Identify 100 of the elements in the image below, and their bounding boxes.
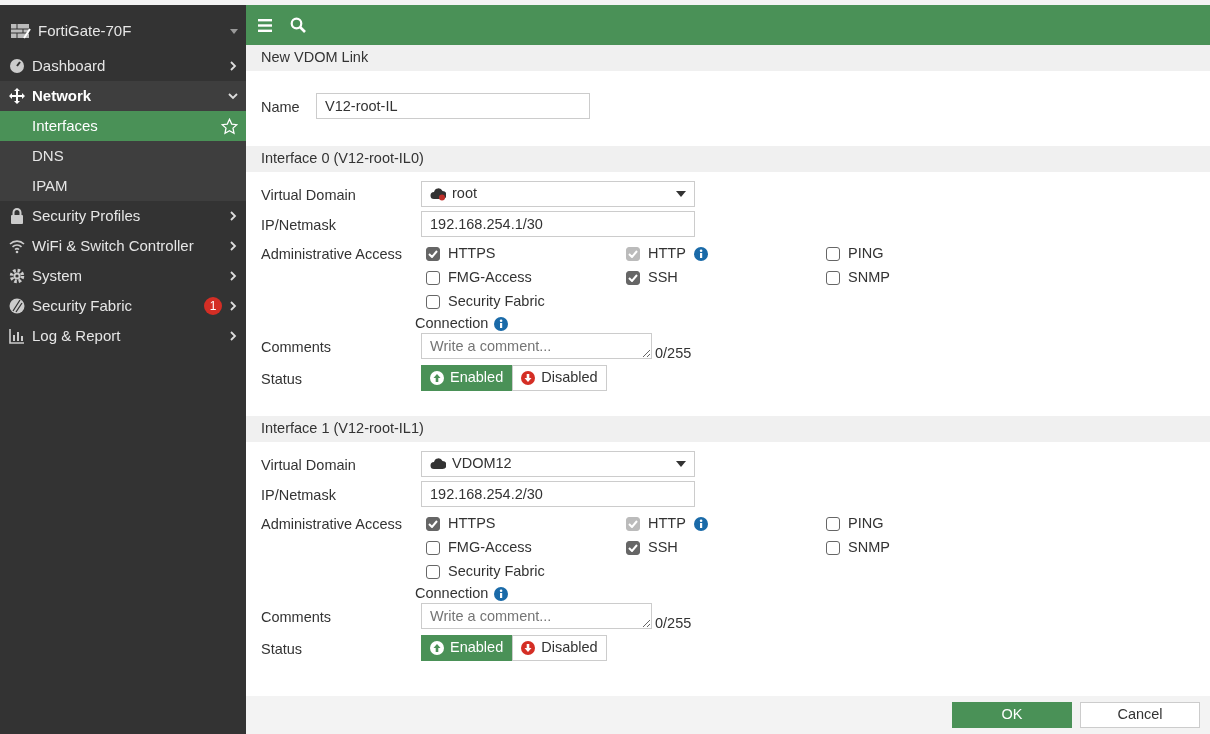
firewall-icon — [10, 22, 32, 40]
checkbox[interactable] — [826, 271, 840, 285]
checkbox[interactable] — [426, 247, 440, 261]
checkmark-icon — [628, 274, 638, 282]
checkbox[interactable] — [826, 540, 840, 555]
sidebar-item[interactable]: Security Fabric 1 — [0, 291, 246, 321]
move-arrows-icon — [8, 87, 26, 105]
field-label: Virtual Domain — [261, 455, 357, 475]
field-label: Comments — [261, 338, 333, 357]
checkmark-icon — [628, 519, 638, 528]
arrow-down-icon — [521, 640, 536, 655]
name-field[interactable]: V12-root-IL — [316, 93, 590, 119]
chevron-right-icon — [228, 241, 238, 251]
device-name[interactable]: FortiGate-70F — [38, 19, 224, 43]
info-icon[interactable] — [494, 586, 509, 601]
checkmark-icon — [628, 250, 638, 258]
character-count: 0/255 — [655, 613, 692, 633]
option-label: FMG-Access — [448, 268, 532, 288]
option-label: PING — [848, 513, 884, 533]
status-toggle[interactable]: Enabled — [421, 364, 513, 391]
sidebar-item[interactable]: System — [0, 261, 246, 291]
chevron-right-icon — [228, 331, 238, 341]
checkbox[interactable] — [426, 516, 440, 531]
bar-chart-icon — [8, 327, 26, 345]
field-label: Comments — [261, 607, 333, 627]
gear-icon — [8, 267, 26, 285]
character-count: 0/255 — [655, 344, 692, 363]
field-label: Administrative Access — [261, 245, 404, 264]
cancel-button[interactable]: Cancel — [1080, 702, 1200, 728]
checkmark-icon — [428, 250, 438, 258]
sidebar-subitem[interactable]: Interfaces — [0, 111, 246, 141]
status-toggle[interactable]: Disabled — [512, 634, 607, 661]
menu-icon[interactable] — [258, 18, 272, 32]
caret-icon — [676, 460, 686, 467]
chevron-down-icon — [228, 91, 238, 101]
wifi-icon — [8, 237, 26, 255]
field-label: Status — [261, 369, 304, 389]
arrow-up-icon — [430, 370, 444, 385]
sidebar-item[interactable]: Dashboard — [0, 51, 246, 81]
chevron-right-icon — [228, 271, 238, 281]
checkbox[interactable] — [626, 540, 640, 555]
sidebar-item[interactable]: WiFi & Switch Controller — [0, 231, 246, 261]
option-label: SSH — [648, 537, 678, 557]
checkbox[interactable] — [426, 295, 440, 309]
field-label: Status — [261, 639, 304, 659]
sidebar-subitem[interactable]: DNS — [0, 141, 246, 171]
option-label: SNMP — [848, 268, 890, 288]
option-label: Security Fabric — [448, 292, 545, 312]
checkmark-icon — [628, 543, 638, 552]
option-label: HTTP — [648, 513, 686, 533]
field-label: Administrative Access — [261, 514, 404, 534]
option-label: HTTP — [648, 244, 686, 264]
vdom-select[interactable]: root — [421, 181, 695, 207]
checkbox[interactable] — [426, 271, 440, 285]
ok-button[interactable]: OK — [952, 702, 1072, 728]
arrow-up-icon — [430, 640, 444, 655]
striped-circle-icon — [8, 297, 26, 315]
section-header: New VDOM Link — [246, 45, 1210, 71]
option-label: HTTPS — [448, 513, 496, 533]
lock-icon — [8, 207, 26, 225]
chevron-right-icon — [228, 301, 238, 311]
arrow-down-icon — [521, 370, 536, 385]
search-icon[interactable] — [290, 17, 306, 33]
option-label: SSH — [648, 268, 678, 288]
comment-field[interactable]: Write a comment... — [421, 333, 652, 359]
field-label: IP/Netmask — [261, 216, 337, 235]
option-label: HTTPS — [448, 244, 496, 264]
section-header: Interface 1 (V12-root-IL1) — [246, 415, 1210, 442]
info-icon[interactable] — [494, 317, 509, 331]
caret-icon[interactable] — [230, 28, 238, 34]
option-label: Security Fabric — [448, 561, 545, 581]
checkbox[interactable] — [426, 540, 440, 555]
field-label: Name — [261, 98, 301, 117]
option-label: FMG-Access — [448, 537, 532, 557]
checkbox[interactable] — [826, 516, 840, 531]
checkbox[interactable] — [826, 247, 840, 261]
checkbox[interactable] — [426, 564, 440, 579]
caret-icon — [676, 191, 686, 197]
chevron-right-icon — [228, 61, 238, 71]
ip-field[interactable]: 192.168.254.1/30 — [421, 211, 695, 237]
option-label: Connection — [415, 314, 489, 334]
checkbox[interactable] — [626, 271, 640, 285]
field-label: Virtual Domain — [261, 186, 357, 205]
checkmark-icon — [428, 519, 438, 528]
gauge-icon — [8, 57, 26, 75]
status-toggle[interactable]: Disabled — [512, 364, 607, 391]
field-label: IP/Netmask — [261, 485, 337, 505]
comment-field[interactable]: Write a comment... — [421, 602, 652, 629]
status-toggle[interactable]: Enabled — [421, 634, 513, 661]
sidebar-subitem[interactable]: IPAM — [0, 171, 246, 201]
ip-field[interactable]: 192.168.254.2/30 — [421, 480, 695, 507]
star-icon[interactable] — [221, 117, 238, 135]
sidebar-item[interactable]: Security Profiles — [0, 201, 246, 231]
option-label: Connection — [415, 583, 489, 603]
vdom-select[interactable]: VDOM12 — [421, 450, 695, 477]
section-header: Interface 0 (V12-root-IL0) — [246, 146, 1210, 172]
sidebar-item[interactable]: Network — [0, 81, 246, 111]
option-label: SNMP — [848, 537, 890, 557]
sidebar-item[interactable]: Log & Report — [0, 321, 246, 351]
chevron-right-icon — [228, 211, 238, 221]
